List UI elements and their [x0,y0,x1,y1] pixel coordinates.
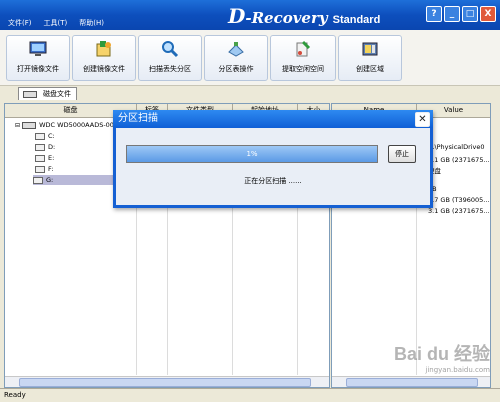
menu-tools[interactable]: 工具(T) [44,17,68,29]
watermark-logo: Bai du 经验 [393,344,490,364]
help-button[interactable]: ? [426,6,442,22]
tree-item-partition-label: C: [48,132,55,140]
partition-icon [33,176,43,184]
partition-table-button[interactable]: 分区表操作 [204,35,268,81]
partition-icon [35,154,45,162]
scan-status-text: 正在分区扫描 ...... [244,177,302,185]
tree-item-partition[interactable]: F: [35,164,53,174]
dialog-close-icon[interactable]: ✕ [415,112,430,127]
extract-free-space-button[interactable]: 提取空闲空间 [270,35,336,81]
stop-button[interactable]: 停止 [388,145,416,163]
tree-item-partition-label: G: [46,176,54,184]
tree-item-partition-label: F: [48,165,54,173]
title-bar: 文件(F) 工具(T) 帮助(H) D-Recovery Standard ? _… [0,0,500,30]
tree-item-partition[interactable]: C: [35,131,55,141]
extract-free-space-label: 提取空闲空间 [282,65,324,73]
monitor-icon [29,41,47,56]
scrollbar-thumb[interactable] [19,378,311,387]
partition-table-icon [228,42,244,57]
partition-icon [35,132,45,140]
status-text: Ready [4,391,26,399]
app-title-rest: -Recovery [245,9,328,27]
create-image-label: 创建镜像文件 [83,65,125,73]
horizontal-scrollbar[interactable] [5,376,329,387]
hard-drive-icon [22,121,37,129]
status-bar: Ready [0,388,500,402]
disk-icon [23,90,37,98]
window-controls: ? _ □ X [426,6,496,22]
minimize-button[interactable]: _ [444,6,460,22]
image-create-icon [96,41,111,57]
menu-bar: 文件(F) 工具(T) 帮助(H) [0,17,104,29]
property-value: 3.1 GB (2371675... [428,207,490,215]
property-value: \\.\PhysicalDrive0 [428,143,485,151]
progress-text: 1% [246,150,258,158]
close-button[interactable]: X [480,6,496,22]
watermark-url: jingyan.baidu.com [425,366,490,374]
baidu-watermark: Bai du 经验 jingyan.baidu.com [394,340,490,374]
tab-strip: 磁盘文件 [0,86,500,100]
app-title-edition: Standard [332,14,381,26]
app-title: D-Recovery Standard [228,4,380,28]
menu-help[interactable]: 帮助(H) [79,17,104,29]
create-image-button[interactable]: 创建镜像文件 [72,35,136,81]
tab-disk-files[interactable]: 磁盘文件 [18,87,77,100]
tree-item-partition-label: D: [48,143,56,151]
scrollbar-thumb[interactable] [346,378,478,387]
tree-item-partition[interactable]: D: [35,142,55,152]
partition-icon [35,165,45,173]
partition-icon [35,143,45,151]
partition-table-label: 分区表操作 [218,65,254,73]
dialog-title-bar: 分区扫描 ✕ [113,110,433,128]
scan-lost-partition-label: 扫描丢失分区 [149,65,191,73]
property-value: 2.7 GB (T396005... [428,196,490,204]
open-image-label: 打开镜像文件 [17,65,59,73]
main-window: 文件(F) 工具(T) 帮助(H) D-Recovery Standard ? _… [0,0,500,402]
open-image-button[interactable]: 打开镜像文件 [6,35,70,81]
horizontal-scrollbar[interactable] [332,376,490,387]
create-region-icon [362,42,378,56]
partition-scan-dialog: 分区扫描 ✕ 1% 停止 正在分区扫描 ...... [113,110,433,208]
menu-file[interactable]: 文件(F) [8,17,32,29]
tree-item-partition-label: E: [48,154,55,162]
maximize-button[interactable]: □ [462,6,478,22]
create-region-button[interactable]: 创建区域 [338,35,402,81]
app-title-prefix: D [228,4,246,28]
extract-space-icon [296,40,311,57]
tab-disk-files-label: 磁盘文件 [43,90,71,98]
tree-item-partition[interactable]: E: [35,153,54,163]
scan-progress-bar: 1% [126,145,378,163]
scan-lost-partition-button[interactable]: 扫描丢失分区 [138,35,202,81]
magnifier-icon [162,41,179,58]
dialog-title: 分区扫描 [118,113,158,124]
toolbar: 打开镜像文件 创建镜像文件 扫描丢失分区 分区表操作 提取空闲空间 创建区域 [0,30,500,86]
property-value: 3.1 GB (2371675... [428,156,490,164]
create-region-label: 创建区域 [356,65,384,73]
expand-icon[interactable]: ⊟ [15,122,20,129]
